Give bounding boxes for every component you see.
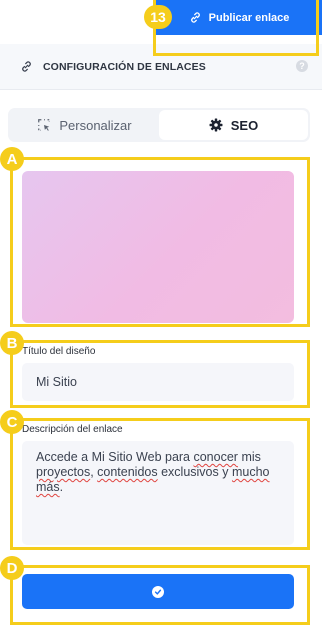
help-icon[interactable]: ? [296, 60, 308, 72]
annotation-box-description [10, 418, 310, 550]
annotation-badge-publish: 13 [144, 5, 172, 29]
page-title: CONFIGURACIÓN DE ENLACES [43, 60, 206, 73]
seo-settings-panel: Publicar enlace CONFIGURACIÓN DE ENLACES… [0, 0, 322, 635]
crop-select-icon [38, 119, 51, 131]
annotation-box-title [10, 340, 310, 408]
tab-seo-label: SEO [230, 117, 259, 133]
tab-personalizar-label: Personalizar [59, 117, 132, 133]
annotation-box-publish [153, 0, 319, 56]
annotation-badge-description: C [0, 410, 24, 434]
annotation-badge-preview: A [0, 147, 24, 171]
settings-tabs: Personalizar SEO [8, 108, 310, 142]
link-settings-icon [22, 61, 31, 72]
annotation-badge-save: D [0, 556, 24, 580]
annotation-box-preview [10, 157, 310, 327]
tab-seo[interactable]: SEO [159, 110, 308, 140]
annotation-box-save [10, 565, 310, 625]
annotation-badge-title: B [0, 331, 24, 355]
tab-personalizar[interactable]: Personalizar [10, 110, 159, 140]
gear-icon [209, 118, 223, 132]
